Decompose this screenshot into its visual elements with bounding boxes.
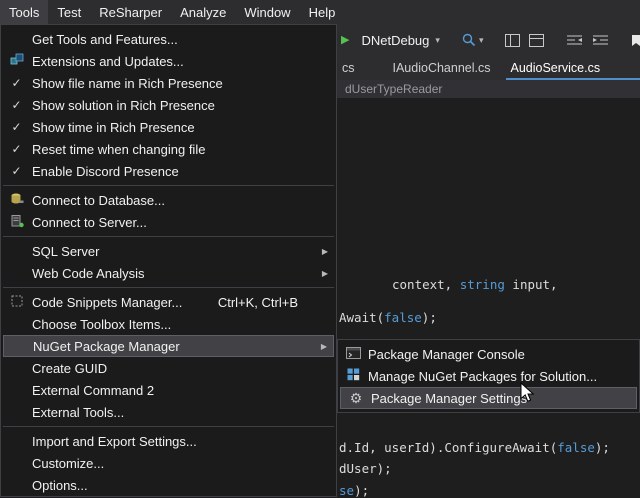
menu-item-label: Choose Toolbox Items... [32, 317, 328, 332]
menu-item-label: Enable Discord Presence [32, 164, 328, 179]
bookmark-icon[interactable] [631, 34, 640, 47]
menu-item-options[interactable]: Options... [1, 474, 336, 496]
menu-item-web-code-analysis[interactable]: Web Code Analysis ▶ [1, 262, 336, 284]
split-vertical-icon[interactable] [505, 34, 520, 47]
menu-item-label: External Tools... [32, 405, 328, 420]
menu-item-choose-toolbox-items[interactable]: Choose Toolbox Items... [1, 313, 336, 335]
menu-item-connect-to-database[interactable]: Connect to Database... [1, 189, 336, 211]
start-debug-icon[interactable]: ▶ [341, 35, 349, 46]
menu-item-label: Connect to Server... [32, 215, 328, 230]
submenu-item-package-manager-settings[interactable]: ⚙ Package Manager Settings [340, 387, 637, 409]
checkmark-icon: ✓ [11, 76, 21, 90]
menu-item-external-tools[interactable]: External Tools... [1, 401, 336, 423]
menubar-item-tools[interactable]: Tools [0, 0, 48, 25]
menu-item-nuget-package-manager[interactable]: NuGet Package Manager ▶ [3, 335, 334, 357]
snippets-icon [10, 294, 24, 311]
menu-item-label: Show file name in Rich Presence [32, 76, 328, 91]
menu-item-create-guid[interactable]: Create GUID [1, 357, 336, 379]
menu-separator [3, 287, 334, 288]
menu-item-label: Package Manager Settings [371, 391, 630, 406]
menu-item-label: SQL Server [32, 244, 314, 259]
lines-arrow-right-icon[interactable] [592, 33, 609, 47]
extensions-icon [10, 53, 24, 70]
database-icon [10, 192, 24, 209]
menu-item-label: Customize... [32, 456, 328, 471]
menu-item-label: Create GUID [32, 361, 328, 376]
menu-item-label: Show time in Rich Presence [32, 120, 328, 135]
menu-item-label: Extensions and Updates... [32, 54, 328, 69]
menu-item-label: Reset time when changing file [32, 142, 328, 157]
server-icon [10, 214, 24, 231]
menu-separator [3, 426, 334, 427]
menu-item-connect-to-server[interactable]: Connect to Server... [1, 211, 336, 233]
menu-item-shortcut: Ctrl+K, Ctrl+B [218, 295, 298, 310]
menu-item-label: Code Snippets Manager... [32, 295, 218, 310]
menu-separator [3, 236, 334, 237]
nuget-package-manager-submenu: Package Manager Console Manage NuGet Pac… [337, 339, 640, 413]
menu-item-import-and-export-settings[interactable]: Import and Export Settings... [1, 430, 336, 452]
menu-item-reset-time-when-changing-file[interactable]: ✓ Reset time when changing file [1, 138, 336, 160]
menubar-item-resharper[interactable]: ReSharper [90, 0, 171, 25]
navigate-to-icon[interactable]: ▾ [461, 32, 484, 48]
menubar-item-test[interactable]: Test [48, 0, 90, 25]
menu-item-label: Show solution in Rich Presence [32, 98, 328, 113]
menu-item-label: NuGet Package Manager [33, 339, 313, 354]
menu-item-enable-discord-presence[interactable]: ✓ Enable Discord Presence [1, 160, 336, 182]
checkmark-icon: ✓ [11, 98, 21, 112]
tools-menu: Get Tools and Features... Extensions and… [0, 24, 337, 497]
debug-profile-dropdown[interactable]: DNetDebug ▾ [358, 31, 442, 50]
code-line: Await(false); [339, 311, 437, 325]
menu-item-label: External Command 2 [32, 383, 328, 398]
submenu-arrow-icon: ▶ [314, 269, 328, 278]
mouse-cursor [519, 382, 536, 404]
debug-profile-label: DNetDebug [361, 33, 429, 48]
menu-bar: Tools Test ReSharper Analyze Window Help [0, 0, 640, 25]
code-line: dUser); [339, 462, 392, 476]
menu-item-label: Options... [32, 478, 328, 493]
menu-item-extensions-and-updates[interactable]: Extensions and Updates... [1, 50, 336, 72]
checkmark-icon: ✓ [11, 120, 21, 134]
menubar-item-help[interactable]: Help [300, 0, 345, 25]
menu-item-label: Manage NuGet Packages for Solution... [368, 369, 631, 384]
chevron-down-icon: ▾ [435, 36, 440, 45]
code-line: se); [339, 484, 369, 498]
menu-item-external-command-2[interactable]: External Command 2 [1, 379, 336, 401]
menu-item-show-file-name-rich-presence[interactable]: ✓ Show file name in Rich Presence [1, 72, 336, 94]
menu-item-show-time-rich-presence[interactable]: ✓ Show time in Rich Presence [1, 116, 336, 138]
checkmark-icon: ✓ [11, 164, 21, 178]
tab-audioservice[interactable]: AudioService.cs [510, 61, 600, 75]
breadcrumb[interactable]: dUserTypeReader [345, 82, 442, 96]
code-line: context, string input, [392, 278, 558, 292]
tab-iaudiochannel[interactable]: IAudioChannel.cs [393, 61, 491, 75]
menubar-item-analyze[interactable]: Analyze [171, 0, 235, 25]
menu-item-customize[interactable]: Customize... [1, 452, 336, 474]
menu-item-code-snippets-manager[interactable]: Code Snippets Manager... Ctrl+K, Ctrl+B [1, 291, 336, 313]
submenu-item-manage-nuget-packages-for-solution[interactable]: Manage NuGet Packages for Solution... [338, 365, 639, 387]
lines-arrow-left-icon[interactable] [566, 33, 583, 47]
code-line: d.Id, userId).ConfigureAwait(false); [339, 441, 610, 455]
gear-icon: ⚙ [350, 391, 363, 405]
chevron-down-icon: ▾ [479, 36, 484, 45]
submenu-arrow-icon: ▶ [313, 342, 327, 351]
checkmark-icon: ✓ [11, 142, 21, 156]
menu-item-label: Connect to Database... [32, 193, 328, 208]
menu-item-sql-server[interactable]: SQL Server ▶ [1, 240, 336, 262]
submenu-item-package-manager-console[interactable]: Package Manager Console [338, 343, 639, 365]
menu-item-get-tools-and-features[interactable]: Get Tools and Features... [1, 28, 336, 50]
submenu-arrow-icon: ▶ [314, 247, 328, 256]
split-horizontal-icon[interactable] [529, 34, 544, 47]
menu-item-label: Web Code Analysis [32, 266, 314, 281]
menubar-item-window[interactable]: Window [235, 0, 299, 25]
menu-item-label: Import and Export Settings... [32, 434, 328, 449]
packages-icon [347, 368, 360, 384]
console-icon [346, 347, 361, 362]
menu-item-label: Get Tools and Features... [32, 32, 328, 47]
menu-separator [3, 185, 334, 186]
menu-item-label: Package Manager Console [368, 347, 631, 362]
menu-item-show-solution-rich-presence[interactable]: ✓ Show solution in Rich Presence [1, 94, 336, 116]
active-tab-underline [506, 78, 640, 80]
tab-partial[interactable]: cs [342, 61, 355, 75]
